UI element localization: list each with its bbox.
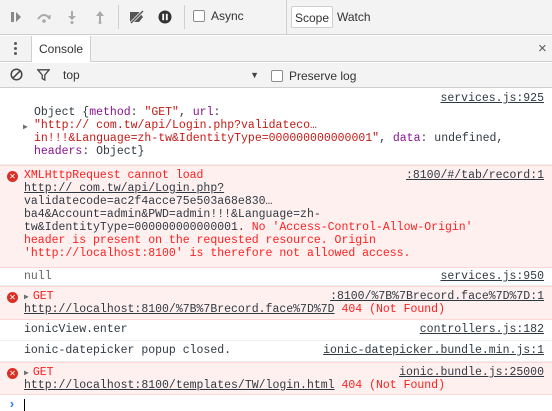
console-message-log: services.js:950 null xyxy=(0,268,552,286)
object-url-value: "http:// com.tw/api/Login.php?validateco… xyxy=(34,119,317,132)
object-label: Object { xyxy=(34,106,90,119)
step-into-icon[interactable] xyxy=(62,7,82,27)
error-url-part: ba4&Account=admin&PWD=admin!!!&Language=… xyxy=(24,208,321,221)
request-status: 404 (Not Found) xyxy=(341,303,445,316)
object-key: url xyxy=(192,106,214,119)
request-status: 404 (Not Found) xyxy=(341,379,445,392)
toolbar-divider xyxy=(118,5,119,29)
log-text: null xyxy=(24,270,52,283)
sidebar-tabs: Scope Watch xyxy=(286,0,552,34)
preserve-log-checkbox[interactable]: Preserve log xyxy=(271,69,356,83)
console-message-object: services.js:925 Object {method: "GET", u… xyxy=(0,89,552,165)
log-text: ionicView.enter xyxy=(24,323,128,336)
clear-console-icon[interactable] xyxy=(10,68,23,84)
deactivate-breakpoints-icon[interactable] xyxy=(127,7,147,27)
async-checkbox-box[interactable] xyxy=(193,10,205,22)
error-text: 'http://localhost:8100' is therefore not… xyxy=(24,247,411,260)
prompt-chevron-icon: › xyxy=(8,397,16,411)
request-method: GET xyxy=(32,290,54,303)
object-value: Object} xyxy=(96,145,145,158)
object-value: "GET" xyxy=(144,106,179,119)
console-prompt[interactable]: › xyxy=(0,395,552,411)
drawer-tabbar: Console × xyxy=(0,36,552,62)
close-drawer-icon[interactable]: × xyxy=(538,40,547,58)
message-source-link[interactable]: services.js:925 xyxy=(440,92,544,105)
error-text: header is present on the requested resou… xyxy=(24,234,376,247)
pause-on-exceptions-icon[interactable] xyxy=(155,7,175,27)
debugger-toolbar: Async Scope Watch xyxy=(0,0,552,35)
message-source-link[interactable]: :8100/#/tab/record:1 xyxy=(406,169,544,182)
async-label: Async xyxy=(211,9,244,23)
preserve-log-checkbox-box[interactable] xyxy=(271,70,283,82)
error-text: No 'Access-Control-Allow-Origin' xyxy=(244,221,473,234)
error-icon: ✕ xyxy=(7,368,18,379)
console-message-error: ✕ :8100/#/tab/record:1 XMLHttpRequest ca… xyxy=(0,165,552,268)
log-text: ionic-datepicker popup closed. xyxy=(24,344,232,357)
expand-triangle-icon[interactable]: ▶ xyxy=(24,369,29,378)
console-message-log: controllers.js:182 ionicView.enter xyxy=(0,320,552,341)
text-caret xyxy=(24,399,25,411)
message-source-link[interactable]: controllers.js:182 xyxy=(420,323,544,336)
console-messages: services.js:925 Object {method: "GET", u… xyxy=(0,89,552,411)
tab-console[interactable]: Console xyxy=(31,36,92,62)
filter-icon[interactable] xyxy=(36,69,51,84)
message-source-link[interactable]: services.js:950 xyxy=(440,270,544,283)
tab-watch[interactable]: Watch xyxy=(334,6,374,28)
error-url-part: tw&IdentityType=000000000000001. xyxy=(24,221,245,234)
console-message-error: ✕ :8100/%7B%7Brecord.face%7D%7D:1 ▶ GET h… xyxy=(0,286,552,320)
expand-triangle-icon[interactable]: ▶ xyxy=(23,122,28,132)
request-method: GET xyxy=(32,366,54,379)
message-source-link[interactable]: :8100/%7B%7Brecord.face%7D%7D:1 xyxy=(330,290,544,303)
console-message-error: ✕ ionic.bundle.js:25000 ▶ GET http://loca… xyxy=(0,362,552,395)
console-message-log: ionic-datepicker.bundle.min.js:1 ionic-d… xyxy=(0,341,552,362)
console-filter-bar: top ▼ Preserve log xyxy=(0,63,552,88)
context-selector[interactable]: top ▼ xyxy=(63,63,259,88)
message-source-link[interactable]: ionic.bundle.js:25000 xyxy=(399,366,544,379)
object-key: method xyxy=(89,106,131,119)
toolbar-divider xyxy=(184,5,185,29)
error-url-link[interactable]: http:// com.tw/api/Login.php? xyxy=(24,182,544,195)
error-url-part: validatecode=ac2f4acce75e503a68e830… xyxy=(24,195,273,208)
request-url-link[interactable]: http://localhost:8100/%7B%7Brecord.face%… xyxy=(24,303,335,316)
step-out-icon[interactable] xyxy=(90,7,110,27)
object-value: undefined xyxy=(434,132,497,145)
object-url-value: in!!!&Language=zh-tw&IdentityType=000000… xyxy=(34,132,380,145)
preserve-log-label: Preserve log xyxy=(289,69,357,83)
context-selector-value: top xyxy=(63,68,80,82)
dropdown-arrow-icon: ▼ xyxy=(250,70,259,80)
message-source-link[interactable]: ionic-datepicker.bundle.min.js:1 xyxy=(323,344,544,357)
tab-scope[interactable]: Scope xyxy=(291,6,334,28)
object-key: headers xyxy=(34,145,83,158)
request-url-link[interactable]: http://localhost:8100/templates/TW/login… xyxy=(24,379,335,392)
debugger-controls: Async xyxy=(0,0,285,34)
pause-resume-icon[interactable] xyxy=(6,7,26,27)
error-icon: ✕ xyxy=(7,171,18,182)
step-over-icon[interactable] xyxy=(34,7,54,27)
object-url-line: ▶ "http:// com.tw/api/Login.php?validate… xyxy=(23,119,544,145)
error-icon: ✕ xyxy=(7,292,18,303)
object-preview[interactable]: Object {method: "GET", url: xyxy=(24,106,544,119)
object-key: data xyxy=(392,132,421,145)
expand-triangle-icon[interactable]: ▶ xyxy=(24,293,29,302)
more-menu-icon[interactable] xyxy=(8,40,22,58)
async-checkbox[interactable]: Async xyxy=(193,9,244,23)
